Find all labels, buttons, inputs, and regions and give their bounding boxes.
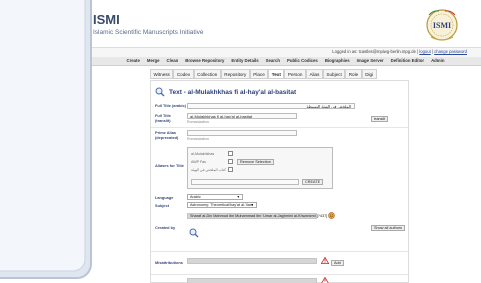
alias-item: al-Mulakhkhas [191,152,215,156]
chevron-down-icon: ▼ [250,203,254,207]
full-title-translit-label: Full Title (translit) [155,113,171,123]
alias-checkbox[interactable] [228,167,233,172]
row-language: Language Arabic ▼ [155,194,387,202]
nav-search[interactable]: Search [262,58,283,63]
nav-image-server[interactable]: Image Server [353,58,387,63]
row-created-by: Created by Sharaf al-Din Mahmud ibn Muha… [155,211,406,249]
magnifier-icon[interactable] [189,228,199,238]
logout-link[interactable]: logout [419,49,430,54]
nav-browse-repository[interactable]: Browse Repository [182,58,228,63]
nav-merge[interactable]: Merge [143,58,163,63]
show-all-authors-button[interactable]: Show all authors [371,225,406,231]
chevron-down-icon: ▼ [236,195,240,199]
new-alias-input[interactable] [191,179,299,185]
tab-codex[interactable]: Codex [173,69,194,79]
alias-item: كتاب الملخص في الهيئة [191,168,226,172]
created-by-author[interactable]: Sharaf al-Din Mahmud ibn Muhammad ibn 'U… [187,213,327,219]
translit-button[interactable]: translit [371,116,389,122]
tab-witness[interactable]: Witness [150,69,174,79]
alias-item: AWP Fas [191,160,206,164]
nav-admin[interactable]: Admin [428,58,448,63]
nav-clean[interactable]: Clean [163,58,182,63]
prime-alias-hint: Romanization [187,137,209,141]
aliases-label: Aliases for Title [155,163,184,168]
tab-role[interactable]: Role [345,69,362,79]
login-bar: Logged in as: tcastles@mpiwg-berlin.mpg.… [92,47,481,57]
alias-checkbox[interactable] [228,151,233,156]
subject-value: Astronomy: Theoretical/hay'at al-'ilam [190,203,253,207]
language-label: Language [155,195,174,200]
full-title-translit-hint: Romanization [187,120,209,124]
row-prime-alias: Prime Alias (deprecated) Romanization [155,129,387,143]
change-password-link[interactable]: change password [434,49,467,54]
login-user: tcastles@mpiwg-berlin.mpg.de [358,49,416,54]
remove-selection-button[interactable]: Remove Selection [237,159,274,165]
row-subject: Subject Astronomy: Theoretical/hay'at al… [155,202,387,210]
next-field-input[interactable] [187,278,317,283]
row-aliases: Aliases for Title al-Mulakhkhas AWP Fas … [155,145,387,191]
created-by-label: Created by [155,225,176,230]
row-next [155,277,387,283]
row-full-title-translit: Full Title (translit) al-Mulakhkhas fi a… [155,112,389,126]
ismi-logo-icon[interactable]: ISMI [421,6,463,44]
misattributions-label: Misattributions [155,260,183,265]
main-content: Witness Codex Collection Repository Plac… [150,67,479,283]
record-panel: Text - al-Mulakhkhas fi al-hay'al al-bas… [150,80,409,283]
tab-digi[interactable]: Digi [361,69,377,79]
tab-place[interactable]: Place [249,69,269,79]
tab-text[interactable]: Text [268,69,285,79]
nav-create[interactable]: Create [123,58,143,63]
app-subtitle: Islamic Scientific Manuscripts Initiativ… [93,29,204,36]
divider [151,251,408,252]
alias-checkbox[interactable] [228,159,233,164]
warning-icon [321,277,329,283]
nav-public-codices[interactable]: Public Codices [284,58,322,63]
aliases-list: al-Mulakhkhas AWP Fas Remove Selection ك… [187,147,333,189]
nav-entity-details[interactable]: Entity Details [228,58,262,63]
full-title-arabic-label: Full Title (arabic) [155,103,187,108]
face-icon[interactable] [328,212,335,219]
prime-alias-label: Prime Alias (deprecated) [155,130,179,140]
misattribution-input[interactable] [187,258,317,264]
tab-repository[interactable]: Repository [220,69,250,79]
divider [151,274,408,275]
app-title[interactable]: ISMI [93,12,120,27]
divider [151,127,408,128]
nav-biographies[interactable]: Biographies [321,58,353,63]
main-nav: Create Merge Clean Browse Repository Ent… [92,57,481,66]
row-full-title-arabic: Full Title (arabic) الملخص في الهيئة الب… [155,102,387,111]
subject-select[interactable]: Astronomy: Theoretical/hay'at al-'ilam ▼ [187,202,257,208]
page: ISMI Islamic Scientific Manuscripts Init… [0,0,481,283]
tab-collection[interactable]: Collection [193,69,221,79]
full-title-arabic-input[interactable]: الملخص في الهيئة البسيطة [187,103,355,109]
login-prefix: Logged in as: [332,49,359,54]
record-title: Text - al-Mulakhkhas fi al-hay'al al-bas… [169,88,297,96]
window-frame [0,0,92,279]
warning-icon [321,257,329,264]
subject-label: Subject [155,203,170,208]
record-header: Text - al-Mulakhkhas fi al-hay'al al-bas… [155,87,296,97]
tab-person[interactable]: Person [284,69,306,79]
tab-subject[interactable]: Subject [322,69,346,79]
nav-definition-editor[interactable]: Definition Editor [387,58,427,63]
language-value: Arabic [190,195,201,199]
row-misattributions: Misattributions Add [155,256,387,270]
language-select[interactable]: Arabic ▼ [187,194,243,200]
prime-alias-input[interactable] [187,130,297,136]
add-misattribution-button[interactable]: Add [331,260,344,266]
entity-tabs: Witness Codex Collection Repository Plac… [150,69,377,79]
tab-alias[interactable]: Alias [305,69,323,79]
svg-text:ISMI: ISMI [433,21,451,30]
magnifier-icon [155,87,165,97]
full-title-translit-input[interactable]: al-Mulakhkhas fi al-hay'al al-basitat [187,113,297,119]
create-alias-button[interactable]: CREATE [302,179,324,185]
